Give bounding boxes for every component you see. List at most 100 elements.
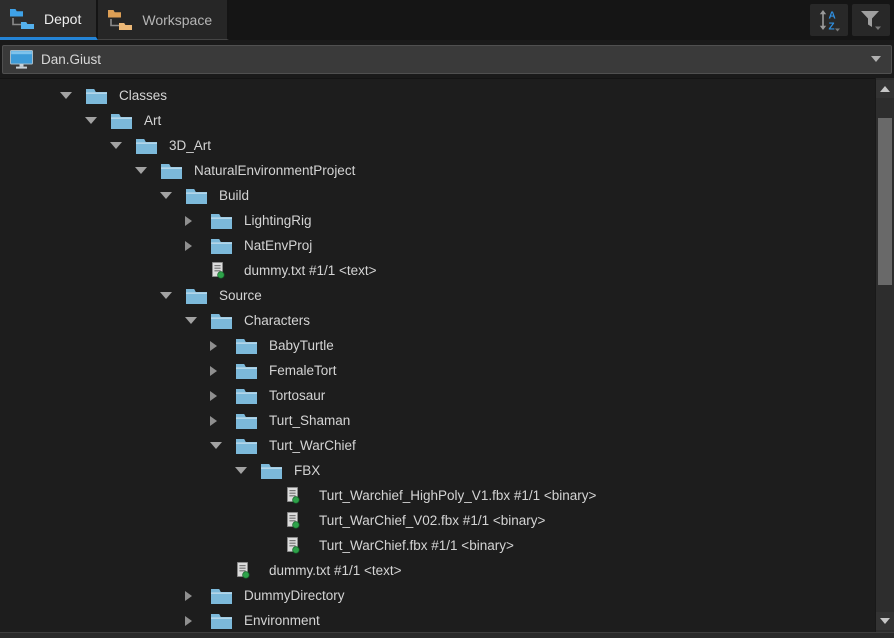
tree-row[interactable]: Build — [0, 183, 875, 208]
depot-panel: Depot Workspace A Z Dan.Giust Classes Ar… — [0, 0, 894, 638]
folder-icon — [236, 413, 257, 429]
tree-row[interactable]: Turt_WarChief_V02.fbx #1/1 <binary> — [0, 508, 875, 533]
expander-slot — [108, 142, 136, 149]
tree-row[interactable]: Classes — [0, 83, 875, 108]
expander-slot — [183, 240, 211, 251]
tree-row[interactable]: LightingRig — [0, 208, 875, 233]
tree-row[interactable]: dummy.txt #1/1 <text> — [0, 558, 875, 583]
expander-slot — [233, 467, 261, 474]
up-arrow-icon — [880, 86, 890, 92]
expand-icon[interactable] — [185, 240, 192, 251]
tree-row[interactable]: NatEnvProj — [0, 233, 875, 258]
tree-row[interactable]: Tortosaur — [0, 383, 875, 408]
tab-workspace-label: Workspace — [142, 11, 213, 28]
folder-icon — [211, 588, 232, 604]
expander-slot — [208, 340, 236, 351]
icon-slot — [186, 188, 210, 204]
connection-dropdown[interactable]: Dan.Giust — [2, 44, 892, 74]
collapse-icon[interactable] — [110, 142, 122, 149]
connection-value: Dan.Giust — [41, 51, 102, 67]
file-icon — [212, 262, 225, 279]
sort-alpha-icon: A Z — [819, 10, 840, 33]
scrollbar-thumb[interactable] — [878, 118, 892, 285]
tree-row[interactable]: DummyDirectory — [0, 583, 875, 608]
expand-icon[interactable] — [185, 215, 192, 226]
expand-icon[interactable] — [210, 365, 217, 376]
collapse-icon[interactable] — [235, 467, 247, 474]
expander-slot — [83, 117, 111, 124]
tree-item-label: DummyDirectory — [244, 588, 345, 603]
tree-row[interactable]: Turt_Shaman — [0, 408, 875, 433]
expander-slot — [58, 92, 86, 99]
icon-slot — [236, 363, 260, 379]
collapse-icon[interactable] — [210, 442, 222, 449]
folder-icon — [211, 238, 232, 254]
tree-row[interactable]: Characters — [0, 308, 875, 333]
icon-slot — [211, 313, 235, 329]
tree-item-label: dummy.txt #1/1 <text> — [269, 563, 402, 578]
icon-slot — [211, 588, 235, 604]
tree-item-label: NaturalEnvironmentProject — [194, 163, 356, 178]
expander-slot — [183, 615, 211, 626]
tree-item-label: Turt_Shaman — [269, 413, 351, 428]
expander-slot — [158, 292, 186, 299]
expander-slot — [208, 442, 236, 449]
folder-icon — [186, 188, 207, 204]
tree-item-label: BabyTurtle — [269, 338, 334, 353]
expand-icon[interactable] — [185, 615, 192, 626]
folder-icon — [86, 88, 107, 104]
tree-row[interactable]: Turt_WarChief.fbx #1/1 <binary> — [0, 533, 875, 558]
folder-icon — [236, 438, 257, 454]
collapse-icon[interactable] — [135, 167, 147, 174]
icon-slot — [211, 262, 235, 279]
file-icon — [287, 487, 300, 504]
expand-icon[interactable] — [210, 340, 217, 351]
tab-workspace[interactable]: Workspace — [98, 0, 230, 40]
depot-folders-icon — [10, 8, 34, 29]
icon-slot — [161, 163, 185, 179]
tree-row[interactable]: 3D_Art — [0, 133, 875, 158]
workspace-folders-icon — [108, 9, 133, 30]
filter-button[interactable] — [852, 4, 890, 36]
collapse-icon[interactable] — [160, 292, 172, 299]
expand-icon[interactable] — [210, 415, 217, 426]
tree-row[interactable]: BabyTurtle — [0, 333, 875, 358]
bottom-border — [0, 632, 894, 638]
svg-text:Z: Z — [829, 22, 835, 33]
collapse-icon[interactable] — [160, 192, 172, 199]
tree-row[interactable]: Turt_WarChief — [0, 433, 875, 458]
tree-row[interactable]: dummy.txt #1/1 <text> — [0, 258, 875, 283]
folder-icon — [211, 313, 232, 329]
down-arrow-icon — [880, 618, 890, 624]
tree-row[interactable]: Art — [0, 108, 875, 133]
expand-icon[interactable] — [210, 390, 217, 401]
scroll-up-button[interactable] — [876, 80, 894, 98]
tree-row[interactable]: NaturalEnvironmentProject — [0, 158, 875, 183]
tree-item-label: Turt_WarChief — [269, 438, 356, 453]
collapse-icon[interactable] — [60, 92, 72, 99]
chevron-down-icon — [871, 56, 881, 62]
tree-row[interactable]: FemaleTort — [0, 358, 875, 383]
icon-slot — [211, 213, 235, 229]
folder-icon — [136, 138, 157, 154]
folder-icon — [211, 213, 232, 229]
tree-row[interactable]: Turt_Warchief_HighPoly_V1.fbx #1/1 <bina… — [0, 483, 875, 508]
expander-slot — [208, 365, 236, 376]
file-icon — [287, 512, 300, 529]
expand-icon[interactable] — [185, 590, 192, 601]
tree-item-label: Turt_WarChief_V02.fbx #1/1 <binary> — [319, 513, 546, 528]
expander-slot — [183, 590, 211, 601]
collapse-icon[interactable] — [185, 317, 197, 324]
icon-slot — [236, 388, 260, 404]
tab-depot[interactable]: Depot — [0, 0, 99, 40]
tree-row[interactable]: FBX — [0, 458, 875, 483]
vertical-scrollbar[interactable] — [875, 78, 894, 632]
filter-funnel-icon — [861, 11, 881, 30]
sort-button[interactable]: A Z — [810, 4, 848, 36]
tree-row[interactable]: Environment — [0, 608, 875, 632]
tree-item-label: FemaleTort — [269, 363, 337, 378]
collapse-icon[interactable] — [85, 117, 97, 124]
scroll-down-button[interactable] — [876, 612, 894, 630]
expander-slot — [208, 415, 236, 426]
tree-row[interactable]: Source — [0, 283, 875, 308]
